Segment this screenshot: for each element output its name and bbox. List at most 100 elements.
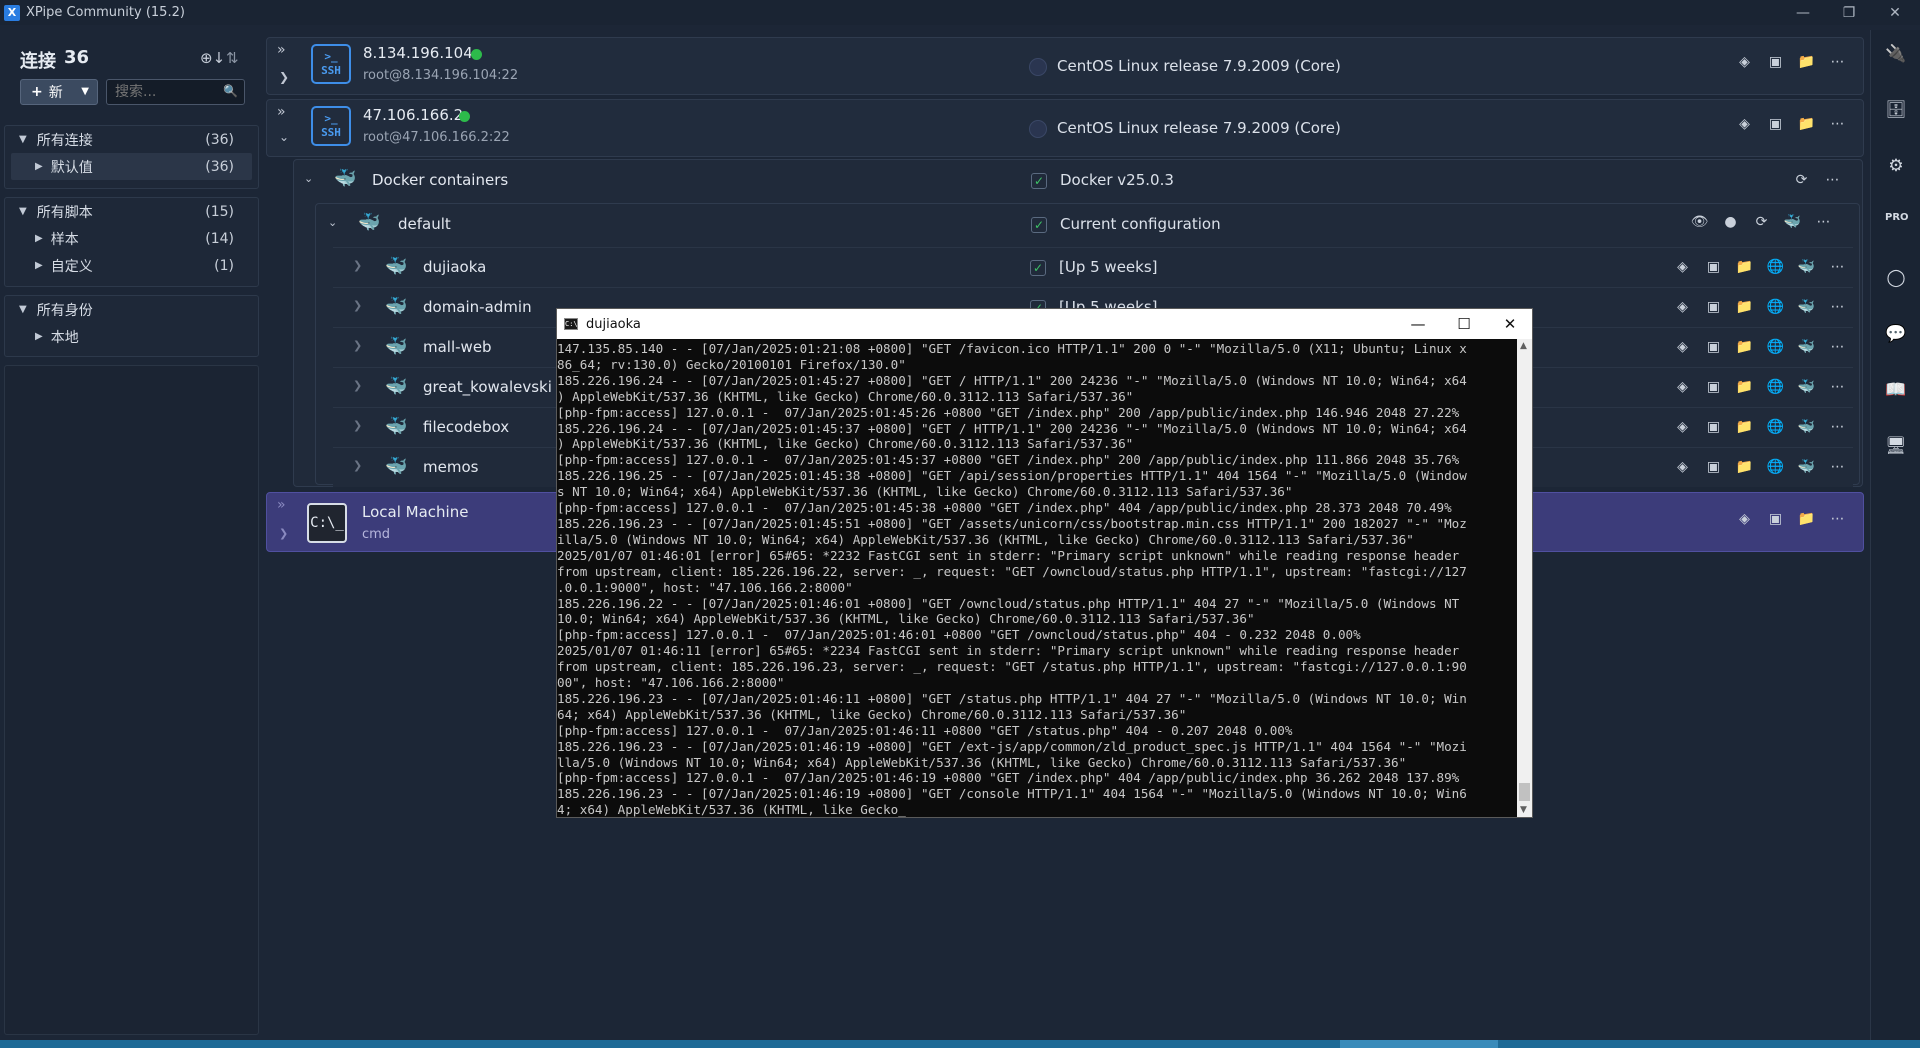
minimize-icon[interactable]: — — [1395, 309, 1441, 339]
more-icon[interactable]: ⋯ — [1828, 259, 1847, 275]
search-input[interactable] — [107, 80, 217, 104]
chevron-down-icon[interactable]: ⌄ — [328, 216, 337, 229]
docker-icon[interactable]: 🐳 — [1797, 459, 1816, 475]
maximize-icon[interactable]: ☐ — [1441, 309, 1487, 339]
chevron-down-icon[interactable]: ⌄ — [279, 130, 289, 144]
pro-icon[interactable]: PRO — [1885, 212, 1909, 234]
terminal-scrollbar[interactable]: ▲ ▼ — [1517, 339, 1532, 817]
docker-icon[interactable]: 🐳 — [1797, 379, 1816, 395]
search-box[interactable]: 🔍 — [106, 79, 245, 105]
terminal-icon[interactable]: ▣ — [1766, 511, 1785, 527]
chevron-right-icon[interactable]: ❯ — [353, 259, 362, 272]
chevron-right-icon[interactable]: ❯ — [353, 339, 362, 352]
expand-all-icon[interactable]: » — [277, 497, 286, 513]
more-icon[interactable]: ⋯ — [1828, 379, 1847, 395]
expand-all-icon[interactable]: » — [277, 104, 286, 120]
monitor-icon[interactable]: 🖥 — [1885, 436, 1907, 458]
more-icon[interactable]: ⋯ — [1828, 299, 1847, 315]
terminal-icon[interactable]: ▣ — [1766, 54, 1785, 70]
chevron-right-icon[interactable]: ❯ — [353, 299, 362, 312]
more-icon[interactable]: ⋯ — [1814, 214, 1833, 230]
terminal-icon[interactable]: ▣ — [1704, 419, 1723, 435]
folder-icon[interactable]: 📁 — [1735, 379, 1754, 395]
category-local[interactable]: ▶ 本地 — [5, 323, 258, 350]
terminal-icon[interactable]: ▣ — [1704, 339, 1723, 355]
chevron-right-icon[interactable]: ❯ — [353, 379, 362, 392]
more-icon[interactable]: ⋯ — [1828, 459, 1847, 475]
layers-icon[interactable]: ◈ — [1673, 339, 1692, 355]
docs-icon[interactable]: 📖 — [1885, 380, 1907, 402]
category-custom[interactable]: ▶ 自定义 (1) — [5, 252, 258, 279]
restore-icon[interactable]: ❐ — [1826, 0, 1872, 25]
folder-icon[interactable]: 📁 — [1735, 339, 1754, 355]
terminal-titlebar[interactable]: C:\ dujiaoka — ☐ ✕ — [557, 309, 1532, 339]
layers-icon[interactable]: ◈ — [1735, 116, 1754, 132]
terminal-icon[interactable]: ▣ — [1766, 116, 1785, 132]
layers-icon[interactable]: ◈ — [1735, 511, 1754, 527]
close-icon[interactable]: ✕ — [1487, 309, 1533, 339]
browser-icon[interactable]: 🗄 — [1885, 100, 1907, 122]
expand-all-icon[interactable]: » — [277, 42, 286, 58]
category-all-connections[interactable]: ▼ 所有连接 (36) — [5, 126, 258, 153]
toggle-switch[interactable]: ● — [1721, 214, 1740, 230]
docker-icon[interactable]: 🐳 — [1797, 259, 1816, 275]
folder-icon[interactable]: 📁 — [1735, 299, 1754, 315]
terminal-window[interactable]: C:\ dujiaoka — ☐ ✕ 147.135.85.140 - - [0… — [556, 308, 1533, 818]
folder-icon[interactable]: 📁 — [1735, 419, 1754, 435]
terminal-icon[interactable]: ▣ — [1704, 299, 1723, 315]
category-all-identities[interactable]: ▼ 所有身份 — [5, 296, 258, 323]
more-icon[interactable]: ⋯ — [1828, 419, 1847, 435]
layers-icon[interactable]: ◈ — [1673, 299, 1692, 315]
more-icon[interactable]: ⋯ — [1828, 54, 1847, 70]
more-icon[interactable]: ⋯ — [1823, 172, 1842, 188]
scrollbar-thumb[interactable] — [1519, 783, 1530, 801]
layers-icon[interactable]: ◈ — [1673, 419, 1692, 435]
docker-icon[interactable]: 🐳 — [1797, 339, 1816, 355]
new-connection-button[interactable]: + 新 ▼ — [20, 79, 98, 105]
expand-icon[interactable]: ▶ — [35, 233, 43, 244]
globe-icon[interactable]: 🌐 — [1766, 419, 1785, 435]
globe-icon[interactable]: 🌐 — [1766, 339, 1785, 355]
folder-icon[interactable]: 📁 — [1797, 511, 1816, 527]
layers-icon[interactable]: ◈ — [1673, 259, 1692, 275]
refresh-icon[interactable]: ⟳ — [1792, 172, 1811, 188]
category-all-scripts[interactable]: ▼ 所有脚本 (15) — [5, 198, 258, 225]
scroll-down-icon[interactable]: ▼ — [1520, 805, 1527, 815]
minimize-icon[interactable]: — — [1780, 0, 1826, 25]
close-icon[interactable]: ✕ — [1872, 0, 1918, 25]
chevron-right-icon[interactable]: ❯ — [353, 459, 362, 472]
chevron-right-icon[interactable]: ❯ — [279, 527, 288, 540]
terminal-icon[interactable]: ▣ — [1704, 259, 1723, 275]
scroll-up-icon[interactable]: ▲ — [1520, 341, 1527, 351]
terminal-output[interactable]: 147.135.85.140 - - [07/Jan/2025:01:21:08… — [557, 339, 1517, 817]
globe-icon[interactable]: 🌐 — [1766, 299, 1785, 315]
settings-icon[interactable]: ⚙ — [1885, 156, 1907, 178]
github-icon[interactable]: ◯ — [1885, 268, 1907, 290]
chevron-right-icon[interactable]: ❯ — [353, 419, 362, 432]
discord-icon[interactable]: 💬 — [1885, 324, 1907, 346]
docker-icon[interactable]: 🐳 — [1797, 299, 1816, 315]
docker-icon[interactable]: 🐳 — [1797, 419, 1816, 435]
refresh-icon[interactable]: ⟳ — [1752, 214, 1771, 230]
sort-order-icon[interactable]: ⇅ — [226, 49, 239, 67]
more-icon[interactable]: ⋯ — [1828, 116, 1847, 132]
terminal-icon[interactable]: ▣ — [1704, 379, 1723, 395]
docker-icon[interactable]: 🐳 — [1783, 214, 1802, 230]
chevron-right-icon[interactable]: ❯ — [279, 70, 289, 84]
folder-icon[interactable]: 📁 — [1797, 116, 1816, 132]
expand-icon[interactable]: ▶ — [35, 161, 43, 172]
connections-icon[interactable]: 🔌 — [1885, 44, 1907, 66]
visibility-icon[interactable]: 👁 — [1690, 214, 1709, 230]
folder-icon[interactable]: 📁 — [1735, 459, 1754, 475]
expand-icon[interactable]: ▶ — [35, 331, 43, 342]
more-icon[interactable]: ⋯ — [1828, 511, 1847, 527]
collapse-icon[interactable]: ▼ — [19, 304, 27, 315]
folder-icon[interactable]: 📁 — [1797, 54, 1816, 70]
category-default[interactable]: ▶ 默认值 (36) — [11, 153, 252, 180]
container-row[interactable]: ❯ 🐳 dujiaoka ✓ [Up 5 weeks] ◈ ▣ 📁 🌐 🐳 ⋯ — [333, 247, 1853, 287]
collapse-icon[interactable]: ▼ — [19, 134, 27, 145]
collapse-icon[interactable]: ▼ — [19, 206, 27, 217]
category-samples[interactable]: ▶ 样本 (14) — [5, 225, 258, 252]
terminal-icon[interactable]: ▣ — [1704, 459, 1723, 475]
globe-icon[interactable]: 🌐 — [1766, 259, 1785, 275]
